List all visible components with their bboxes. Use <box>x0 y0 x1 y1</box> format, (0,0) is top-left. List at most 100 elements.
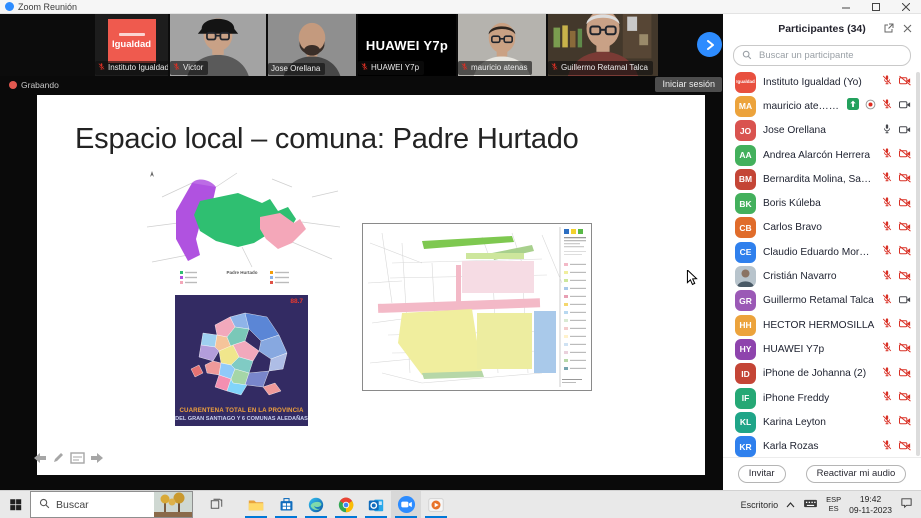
close-panel-icon[interactable] <box>903 20 912 38</box>
clock[interactable]: 19:42 09-11-2023 <box>849 494 892 515</box>
participant-row[interactable]: MAmauricio ate… (Anfitrión) <box>723 94 921 118</box>
cuarentena-caption-line1: CUARENTENA TOTAL EN LA PROVINCIA <box>175 407 308 414</box>
media-player-taskbar-icon[interactable] <box>421 491 451 518</box>
touch-keyboard-icon[interactable] <box>803 496 818 514</box>
taskbar-apps <box>241 491 451 518</box>
chrome-taskbar-icon[interactable] <box>331 491 361 518</box>
participant-name: Karina Leyton <box>763 417 875 428</box>
video-strip: IgualdadInstituto IgualdadVictor Jose Ore… <box>0 14 723 76</box>
camera-on-icon <box>898 97 912 115</box>
screen-share-icon <box>847 97 859 115</box>
participant-name: Andrea Alarcón Herrera <box>763 150 875 161</box>
recording-dot-icon <box>9 81 17 89</box>
thumbnail-name-label: HUAWEI Y7p <box>358 61 424 75</box>
maximize-icon[interactable] <box>861 0 891 13</box>
participants-header: Participantes (34) <box>723 14 921 41</box>
notification-center-icon[interactable] <box>900 496 913 514</box>
cuarentena-map-image: 88.7 CUARENTENA TOTAL EN LA PROVINCIA DE… <box>175 295 308 426</box>
camera-on-icon <box>898 292 912 310</box>
participant-row[interactable]: IgualdadInstituto Igualdad (Yo) <box>723 70 921 94</box>
participant-row[interactable]: AAAndrea Alarcón Herrera <box>723 143 921 167</box>
participant-row[interactable]: HHHECTOR HERMOSILLA <box>723 313 921 337</box>
participant-row[interactable]: KRKarla Rozas <box>723 434 921 458</box>
camera-off-icon <box>898 413 912 431</box>
participant-avatar: HY <box>735 339 756 360</box>
mic-muted-icon <box>882 243 892 261</box>
edge-taskbar-icon[interactable] <box>301 491 331 518</box>
camera-off-icon <box>898 389 912 407</box>
unmute-audio-button[interactable]: Reactivar mi audio <box>806 465 907 483</box>
participant-name: Jose Orellana <box>763 125 875 136</box>
recording-icon <box>865 97 876 115</box>
store-taskbar-icon[interactable] <box>271 491 301 518</box>
video-thumbnail[interactable]: Guillermo Retamal Talca <box>548 14 658 76</box>
participant-row[interactable]: CBCarlos Bravo <box>723 216 921 240</box>
participant-search-input[interactable] <box>757 49 902 62</box>
video-thumbnail[interactable]: HUAWEI Y7pHUAWEI Y7p <box>358 14 456 76</box>
search-highlight-image <box>154 492 192 517</box>
participant-row[interactable]: IFiPhone Freddy <box>723 386 921 410</box>
camera-off-icon <box>898 146 912 164</box>
zoom-taskbar-icon[interactable] <box>391 491 421 518</box>
mic-muted-icon <box>882 146 892 164</box>
mic-muted-icon <box>882 170 892 188</box>
popout-panel-icon[interactable] <box>884 20 894 38</box>
video-thumbnail[interactable]: mauricio atenas <box>458 14 546 76</box>
tray-time: 19:42 <box>860 494 881 505</box>
desktop-label[interactable]: Escritorio <box>741 500 779 510</box>
participants-footer: Invitar Reactivar mi audio <box>723 457 921 490</box>
video-thumbnail[interactable]: Victor <box>170 14 266 76</box>
mic-on-icon <box>882 122 892 140</box>
task-view-icon[interactable] <box>201 491 231 518</box>
participant-avatar: Igualdad <box>735 72 756 93</box>
close-icon[interactable] <box>891 0 921 13</box>
thumbnail-name-label: mauricio atenas <box>458 61 532 75</box>
mouse-cursor <box>686 270 698 291</box>
participant-row[interactable]: BMBernardita Molina, San Bernardo <box>723 167 921 191</box>
participants-scrollbar[interactable] <box>916 72 920 456</box>
mic-muted-icon <box>882 365 892 383</box>
comuna-map-image: Padre Hurtado <box>142 167 342 292</box>
participant-search-box[interactable] <box>733 45 911 66</box>
taskbar-search-box[interactable]: Buscar <box>30 491 193 518</box>
file-explorer-taskbar-icon[interactable] <box>241 491 271 518</box>
participant-row[interactable]: GRGuillermo Retamal Talca <box>723 289 921 313</box>
zoning-plan-image <box>362 223 592 391</box>
previous-slide-icon[interactable] <box>33 451 47 469</box>
pen-tool-icon[interactable] <box>52 451 65 469</box>
thumbnail-name-label: Victor <box>170 61 208 75</box>
slide: Espacio local – comuna: Padre Hurtado <box>37 95 705 475</box>
mic-muted-icon <box>882 413 892 431</box>
camera-on-icon <box>898 122 912 140</box>
outlook-taskbar-icon[interactable] <box>361 491 391 518</box>
mic-muted-icon <box>882 316 892 334</box>
language-indicator[interactable]: ESP ES <box>826 496 841 513</box>
start-button[interactable] <box>0 491 30 518</box>
next-page-videos-button[interactable] <box>697 32 722 57</box>
participant-name: Bernardita Molina, San Bernardo <box>763 174 875 185</box>
participant-row[interactable]: JOJose Orellana <box>723 119 921 143</box>
participant-row[interactable]: BKBoris Kúleba <box>723 191 921 215</box>
participant-row[interactable]: KLKarina Leyton <box>723 410 921 434</box>
participant-name: HECTOR HERMOSILLA <box>763 320 875 331</box>
participant-row[interactable]: Cristián Navarro <box>723 264 921 288</box>
participant-name: Guillermo Retamal Talca <box>763 295 875 306</box>
sign-in-button[interactable]: Iniciar sesión <box>655 77 722 92</box>
participant-row[interactable]: CEClaudio Eduardo Morales Barrios <box>723 240 921 264</box>
video-thumbnail[interactable]: IgualdadInstituto Igualdad <box>95 14 168 76</box>
shared-screen-area: Grabando Iniciar sesión Espacio local – … <box>0 76 723 490</box>
mic-muted-icon <box>551 62 558 73</box>
tray-expand-icon[interactable] <box>786 500 795 510</box>
organization-logo: Igualdad <box>108 19 156 63</box>
slide-menu-icon[interactable] <box>70 451 85 469</box>
search-icon <box>742 47 752 65</box>
next-slide-icon[interactable] <box>90 451 104 469</box>
invite-button[interactable]: Invitar <box>738 465 786 483</box>
video-thumbnail[interactable]: Jose Orellana <box>268 14 356 76</box>
camera-off-icon <box>898 340 912 358</box>
slide-title: Espacio local – comuna: Padre Hurtado <box>75 123 579 156</box>
minimize-icon[interactable] <box>831 0 861 13</box>
participant-avatar: MA <box>735 96 756 117</box>
participant-row[interactable]: HYHUAWEI Y7p <box>723 337 921 361</box>
participant-row[interactable]: IDiPhone de Johanna (2) <box>723 362 921 386</box>
